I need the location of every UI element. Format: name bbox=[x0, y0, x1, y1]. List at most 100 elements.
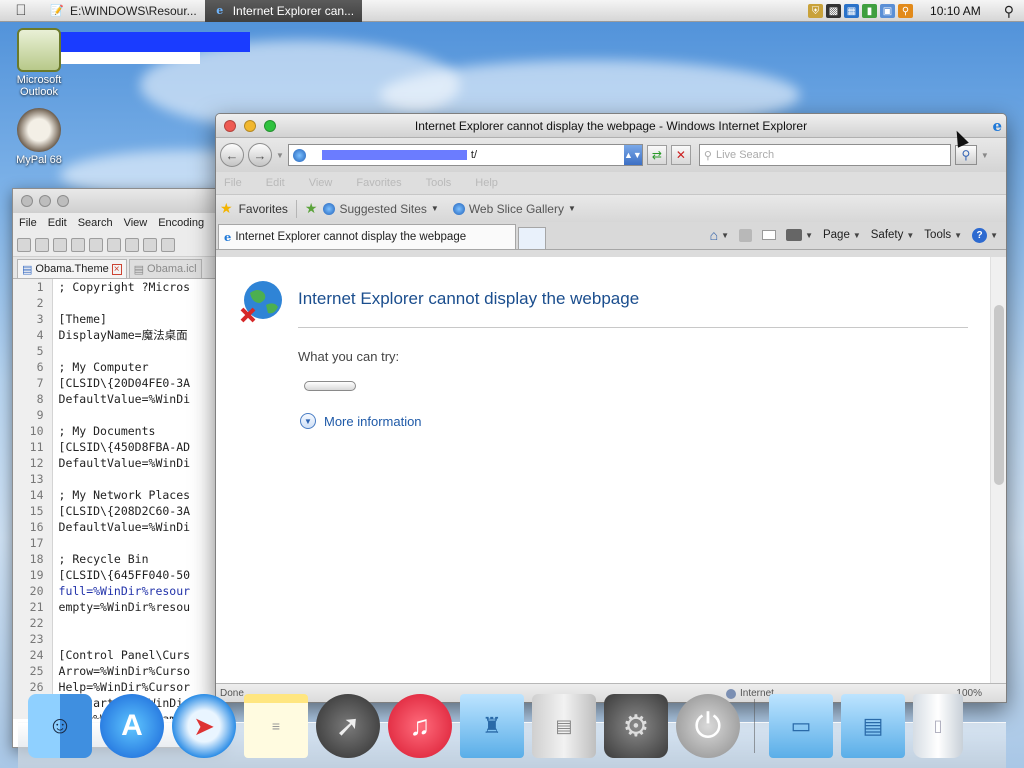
menu-favorites[interactable]: Favorites bbox=[356, 177, 401, 189]
favorites-button[interactable]: Favorites bbox=[239, 202, 288, 216]
menu-edit[interactable]: Edit bbox=[48, 217, 67, 229]
finder-icon[interactable]: ☺ bbox=[28, 694, 92, 758]
desktop-icon-outlook[interactable]: Microsoft Outlook bbox=[4, 28, 74, 98]
vertical-scrollbar[interactable] bbox=[990, 257, 1006, 702]
suggested-sites-button[interactable]: Suggested Sites ▼ bbox=[323, 202, 439, 216]
menu-view[interactable]: View bbox=[309, 177, 333, 189]
diagnose-button[interactable] bbox=[304, 381, 356, 391]
close-all-icon[interactable] bbox=[107, 237, 121, 252]
line-number: 9 bbox=[36, 408, 44, 422]
add-to-favorites-icon[interactable]: ★ bbox=[305, 200, 318, 217]
notepad-editor[interactable]: 1 2 3 4 5 6 7 8 9 10 11 12 13 14 15 16 17 18 19 20 21 22 23 24 2… bbox=[13, 279, 221, 758]
tab-current-page[interactable]: e Internet Explorer cannot display the w… bbox=[218, 224, 516, 249]
menu-view[interactable]: View bbox=[124, 217, 148, 229]
desktop-icon-label: Microsoft Outlook bbox=[16, 74, 62, 98]
tab-obama-icl[interactable]: ▤ Obama.icl bbox=[128, 259, 202, 278]
desktop-icon-mypal[interactable]: MyPal 68 bbox=[4, 108, 74, 166]
page-menu[interactable]: Page ▼ bbox=[823, 229, 861, 241]
close-file-icon[interactable] bbox=[89, 237, 103, 252]
menu-edit[interactable]: Edit bbox=[266, 177, 285, 189]
notes-icon[interactable]: ≡ bbox=[244, 694, 308, 758]
divider bbox=[298, 327, 968, 328]
cut-icon[interactable] bbox=[143, 237, 157, 252]
history-dropdown-icon[interactable]: ▼ bbox=[276, 151, 284, 160]
refresh-button[interactable]: ⇄ bbox=[646, 145, 667, 165]
notepad-window[interactable]: File Edit Search View Encoding ▤ Obama.T… bbox=[12, 188, 222, 758]
code-line: full=%WinDir%resour bbox=[58, 584, 191, 598]
web-slice-gallery-button[interactable]: Web Slice Gallery ▼ bbox=[452, 202, 576, 216]
open-file-icon[interactable] bbox=[35, 237, 49, 252]
code-area[interactable]: ; Copyright ?Micros [Theme] DisplayName=魔法… bbox=[53, 279, 221, 719]
ie-window[interactable]: Internet Explorer cannot display the web… bbox=[215, 113, 1007, 703]
more-information-link[interactable]: ▼ More information bbox=[300, 413, 422, 429]
chevron-down-icon: ▼ bbox=[721, 230, 730, 240]
notepad-titlebar[interactable] bbox=[13, 189, 221, 213]
itunes-icon[interactable]: ♫ bbox=[388, 694, 452, 758]
line-number: 23 bbox=[29, 632, 44, 646]
chart-icon[interactable]: ▮ bbox=[862, 4, 878, 18]
power-icon[interactable]: ⏻ bbox=[676, 694, 740, 758]
menu-tools[interactable]: Tools bbox=[426, 177, 452, 189]
back-button[interactable]: ← bbox=[220, 143, 244, 167]
search-options-dropdown-icon[interactable]: ▼ bbox=[981, 151, 989, 160]
feeds-button[interactable] bbox=[739, 228, 753, 242]
print-icon[interactable] bbox=[125, 237, 139, 252]
system-preferences-icon[interactable]: ⚙ bbox=[604, 694, 668, 758]
favorites-star-icon[interactable]: ★ bbox=[220, 200, 233, 217]
zoom-button[interactable] bbox=[57, 195, 69, 207]
home-button[interactable]: ⌂ ▼ bbox=[710, 227, 729, 243]
scrollbar-thumb[interactable] bbox=[994, 305, 1004, 485]
taskbar-item-resources[interactable]: 📝 E:\WINDOWS\Resour... bbox=[42, 0, 205, 22]
print-button[interactable]: ▼ bbox=[786, 229, 813, 241]
address-bar[interactable]: t/ ▲▼ bbox=[287, 144, 643, 166]
line-number: 18 bbox=[29, 552, 44, 566]
safari-icon[interactable]: ➤ bbox=[172, 694, 236, 758]
line-number: 17 bbox=[29, 536, 44, 550]
minimize-button[interactable] bbox=[39, 195, 51, 207]
safety-menu[interactable]: Safety ▼ bbox=[871, 229, 915, 241]
applications-folder-icon[interactable]: ♜ bbox=[460, 694, 524, 758]
trash-icon[interactable]: ▯ bbox=[913, 694, 963, 758]
monitor-icon[interactable]: ▣ bbox=[880, 4, 896, 18]
tools-menu[interactable]: Tools ▼ bbox=[924, 229, 962, 241]
display-icon[interactable]: ▦ bbox=[844, 4, 860, 18]
forward-button[interactable]: → bbox=[248, 143, 272, 167]
close-button[interactable] bbox=[21, 195, 33, 207]
documents-folder-icon[interactable]: ▭ bbox=[769, 694, 833, 758]
read-mail-button[interactable] bbox=[762, 230, 777, 240]
save-icon[interactable] bbox=[53, 237, 67, 252]
network-icon[interactable]: ▩ bbox=[826, 4, 842, 18]
save-all-icon[interactable] bbox=[71, 237, 85, 252]
menu-search[interactable]: Search bbox=[78, 217, 113, 229]
tab-obama-theme[interactable]: ▤ Obama.Theme × bbox=[17, 259, 127, 278]
copy-icon[interactable] bbox=[161, 237, 175, 252]
shield-icon[interactable]: ⛨ bbox=[808, 4, 824, 18]
new-file-icon[interactable] bbox=[17, 237, 31, 252]
launchpad-icon[interactable]: ➚ bbox=[316, 694, 380, 758]
help-menu[interactable]: ? ▼ bbox=[972, 227, 998, 243]
apple-menu-icon[interactable]:  bbox=[0, 2, 42, 19]
stop-button[interactable]: ✕ bbox=[670, 145, 691, 165]
menu-encoding[interactable]: Encoding bbox=[158, 217, 204, 229]
close-tab-icon[interactable]: × bbox=[111, 263, 122, 275]
downloads-folder-icon[interactable]: ▤ bbox=[841, 694, 905, 758]
menu-help[interactable]: Help bbox=[475, 177, 498, 189]
more-information-label: More information bbox=[324, 413, 422, 429]
mac-pro-icon[interactable]: ▤ bbox=[532, 694, 596, 758]
address-dropdown-icon[interactable]: ▲▼ bbox=[623, 145, 642, 165]
ie-titlebar[interactable]: Internet Explorer cannot display the web… bbox=[216, 114, 1006, 138]
new-tab-button[interactable] bbox=[518, 227, 546, 249]
spotlight-search-icon[interactable]: ⚲ bbox=[1004, 3, 1014, 20]
menu-file[interactable]: File bbox=[224, 177, 242, 189]
tools-menu-label: Tools bbox=[924, 229, 952, 241]
search-input[interactable]: ⚲ Live Search bbox=[698, 144, 951, 166]
app-store-icon[interactable]: A bbox=[100, 694, 164, 758]
search-button[interactable]: ⚲ bbox=[954, 145, 977, 165]
clock[interactable]: 10:10 AM bbox=[930, 4, 981, 18]
menu-file[interactable]: File bbox=[19, 217, 37, 229]
magnifier-tool-icon[interactable]: ⚲ bbox=[898, 4, 914, 18]
taskbar-item-ie[interactable]: e Internet Explorer can... bbox=[204, 0, 363, 22]
line-number: 3 bbox=[36, 312, 44, 326]
